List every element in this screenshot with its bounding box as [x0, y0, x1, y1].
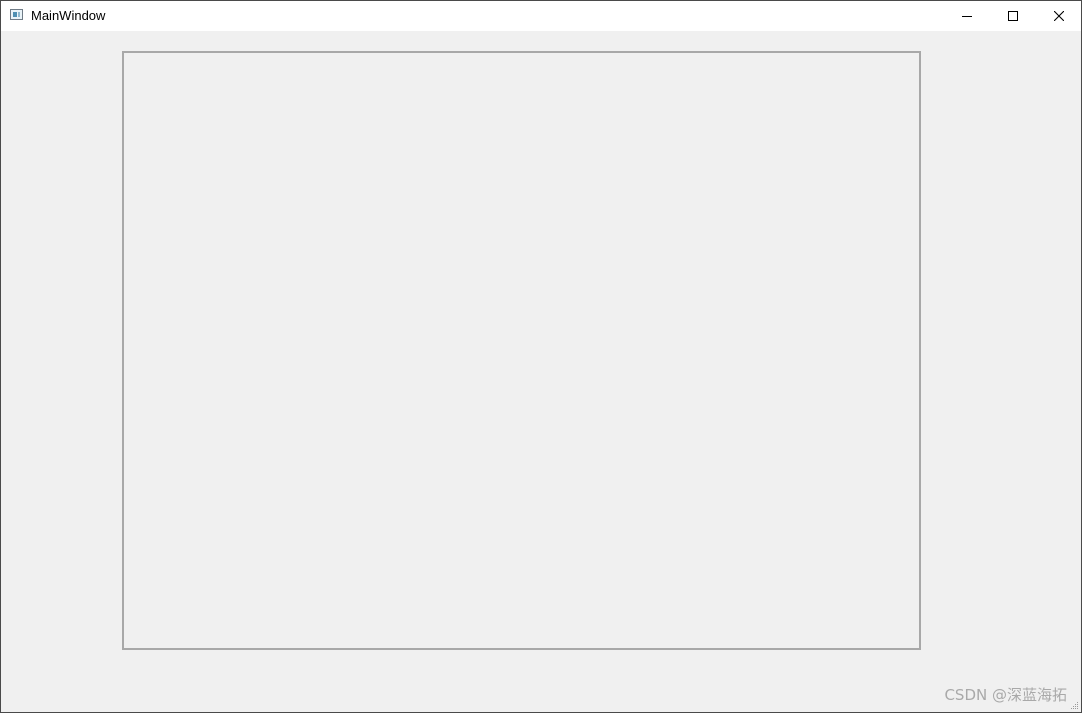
close-icon	[1054, 11, 1064, 21]
minimize-button[interactable]	[944, 1, 990, 31]
window-title: MainWindow	[31, 8, 106, 23]
app-window-icon[interactable]	[10, 9, 23, 20]
title-bar[interactable]: MainWindow	[1, 1, 1081, 31]
main-window: MainWindow CSDN @深蓝海拓	[0, 0, 1082, 713]
minimize-icon	[962, 16, 972, 17]
close-button[interactable]	[1036, 1, 1081, 31]
resize-grip-icon[interactable]	[1070, 701, 1079, 710]
watermark-text: CSDN @深蓝海拓	[944, 686, 1067, 704]
content-frame	[122, 51, 921, 650]
app-icon-pane-secondary	[18, 12, 20, 17]
maximize-icon	[1008, 11, 1018, 21]
client-area: CSDN @深蓝海拓	[1, 31, 1081, 712]
maximize-button[interactable]	[990, 1, 1036, 31]
app-icon-pane	[13, 12, 17, 17]
